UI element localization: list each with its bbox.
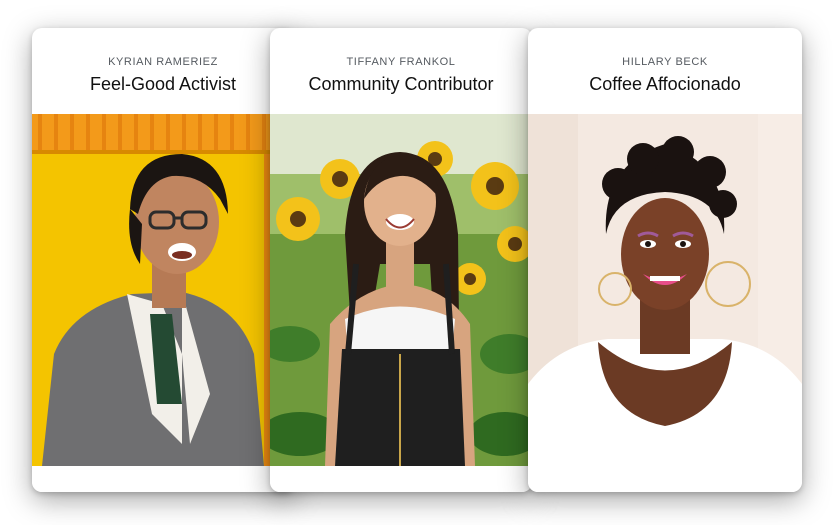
card-title: Coffee Affocionado bbox=[589, 74, 741, 94]
profile-card-kyrian[interactable]: KYRIAN RAMERIEZ Feel-Good Activist bbox=[32, 28, 294, 492]
person-laughing-photo-icon bbox=[32, 114, 294, 466]
card-footer bbox=[32, 466, 294, 492]
card-name: TIFFANY FRANKOL bbox=[346, 56, 456, 68]
card-title: Feel-Good Activist bbox=[89, 74, 237, 94]
card-title: Community Contributor bbox=[308, 74, 494, 94]
profile-photo bbox=[32, 114, 294, 466]
person-sunflowers-photo-icon bbox=[270, 114, 532, 466]
card-header: TIFFANY FRANKOL Community Contributor bbox=[270, 28, 532, 114]
profile-card-tiffany[interactable]: TIFFANY FRANKOL Community Contributor bbox=[270, 28, 532, 492]
card-footer bbox=[270, 466, 532, 492]
profile-photo bbox=[528, 114, 802, 466]
card-header: HILLARY BECK Coffee Affocionado bbox=[528, 28, 802, 114]
profile-card-hillary[interactable]: HILLARY BECK Coffee Affocionado bbox=[528, 28, 802, 492]
profile-photo bbox=[270, 114, 532, 466]
profile-cards-stage: KYRIAN RAMERIEZ Feel-Good Activist TIFFA… bbox=[0, 0, 838, 525]
card-name: HILLARY BECK bbox=[622, 56, 708, 68]
card-footer bbox=[528, 466, 802, 492]
card-header: KYRIAN RAMERIEZ Feel-Good Activist bbox=[32, 28, 294, 114]
card-name: KYRIAN RAMERIEZ bbox=[108, 56, 218, 68]
person-smiling-photo-icon bbox=[528, 114, 802, 466]
